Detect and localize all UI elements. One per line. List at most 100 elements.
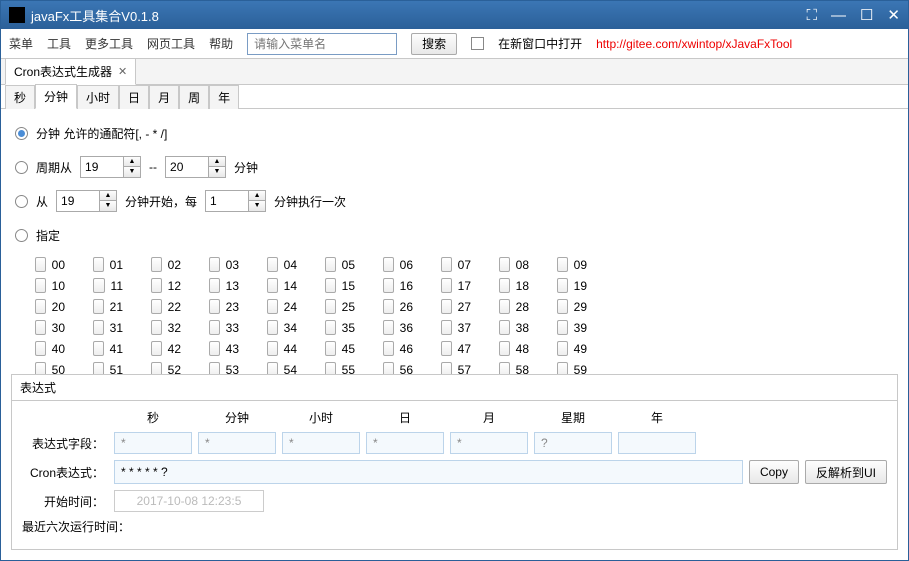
minute-checkbox[interactable] [383,278,394,293]
minute-cell-01[interactable]: 01 [93,257,123,272]
minute-checkbox[interactable] [441,320,452,335]
minute-checkbox[interactable] [441,257,452,272]
minute-cell-10[interactable]: 10 [35,278,65,293]
minute-cell-45[interactable]: 45 [325,341,355,356]
radio-interval[interactable] [15,195,28,208]
minute-checkbox[interactable] [557,299,568,314]
chevron-up-icon[interactable]: ▲ [124,157,140,167]
minute-checkbox[interactable] [267,257,278,272]
minute-cell-39[interactable]: 39 [557,320,587,335]
minute-cell-02[interactable]: 02 [151,257,181,272]
minute-checkbox[interactable] [93,341,104,356]
cycle-from-input[interactable] [81,157,123,177]
start-time-picker[interactable]: 2017-10-08 12:23:5 [114,490,264,512]
minute-checkbox[interactable] [151,257,162,272]
minute-checkbox[interactable] [93,299,104,314]
minute-cell-33[interactable]: 33 [209,320,239,335]
minute-cell-27[interactable]: 27 [441,299,471,314]
field-week[interactable]: ? [534,432,612,454]
minute-cell-51[interactable]: 51 [93,362,123,374]
minute-cell-59[interactable]: 59 [557,362,587,374]
tab-cron-generator[interactable]: Cron表达式生成器 ✕ [5,58,136,85]
minute-cell-40[interactable]: 40 [35,341,65,356]
minute-checkbox[interactable] [93,362,104,374]
minute-checkbox[interactable] [151,278,162,293]
minute-cell-43[interactable]: 43 [209,341,239,356]
minute-cell-24[interactable]: 24 [267,299,297,314]
minute-cell-41[interactable]: 41 [93,341,123,356]
minute-cell-20[interactable]: 20 [35,299,65,314]
chevron-down-icon[interactable]: ▼ [209,167,225,177]
cycle-to-spinner[interactable]: ▲▼ [165,156,226,178]
minute-checkbox[interactable] [499,299,510,314]
tab-month[interactable]: 月 [149,85,179,109]
minute-checkbox[interactable] [151,362,162,374]
minute-cell-30[interactable]: 30 [35,320,65,335]
minute-checkbox[interactable] [209,320,220,335]
menu-item[interactable]: 更多工具 [85,35,133,52]
minute-checkbox[interactable] [93,278,105,293]
close-tab-icon[interactable]: ✕ [118,65,127,78]
minute-checkbox[interactable] [151,341,162,356]
minute-checkbox[interactable] [499,362,510,374]
close-window-icon[interactable]: ✕ [887,6,900,24]
copy-button[interactable]: Copy [749,460,799,484]
minute-checkbox[interactable] [557,320,568,335]
tab-second[interactable]: 秒 [5,85,35,109]
maximize-icon[interactable]: ☐ [860,6,873,24]
minute-checkbox[interactable] [325,257,336,272]
minute-checkbox[interactable] [209,299,220,314]
minute-checkbox[interactable] [267,278,278,293]
menu-item[interactable]: 菜单 [9,35,33,52]
minute-cell-48[interactable]: 48 [499,341,529,356]
minute-checkbox[interactable] [209,341,220,356]
minute-cell-14[interactable]: 14 [267,278,297,293]
minute-checkbox[interactable] [383,320,394,335]
field-minute[interactable]: * [198,432,276,454]
minute-checkbox[interactable] [557,257,568,272]
minute-checkbox[interactable] [35,320,46,335]
minute-cell-13[interactable]: 13 [209,278,239,293]
minute-cell-56[interactable]: 56 [383,362,413,374]
radio-specify[interactable] [15,229,28,242]
minute-cell-36[interactable]: 36 [383,320,413,335]
minute-cell-19[interactable]: 19 [557,278,587,293]
minute-cell-25[interactable]: 25 [325,299,355,314]
minute-checkbox[interactable] [557,278,568,293]
parse-button[interactable]: 反解析到UI [805,460,887,484]
minute-cell-52[interactable]: 52 [151,362,181,374]
minute-checkbox[interactable] [383,362,394,374]
field-day[interactable]: * [366,432,444,454]
minute-cell-47[interactable]: 47 [441,341,471,356]
minute-checkbox[interactable] [267,362,278,374]
minute-checkbox[interactable] [151,320,162,335]
cycle-to-input[interactable] [166,157,208,177]
tab-year[interactable]: 年 [209,85,239,109]
field-second[interactable]: * [114,432,192,454]
minute-checkbox[interactable] [209,278,220,293]
tab-week[interactable]: 周 [179,85,209,109]
minute-cell-37[interactable]: 37 [441,320,471,335]
minute-cell-55[interactable]: 55 [325,362,355,374]
minute-cell-31[interactable]: 31 [93,320,123,335]
minute-cell-17[interactable]: 17 [441,278,471,293]
minute-checkbox[interactable] [499,257,510,272]
minute-checkbox[interactable] [325,341,336,356]
minute-checkbox[interactable] [441,362,452,374]
minute-cell-49[interactable]: 49 [557,341,587,356]
minute-cell-05[interactable]: 05 [325,257,355,272]
minute-checkbox[interactable] [383,341,394,356]
minute-cell-53[interactable]: 53 [209,362,239,374]
minute-checkbox[interactable] [209,362,220,374]
project-link[interactable]: http://gitee.com/xwintop/xJavaFxTool [596,37,792,51]
minute-cell-16[interactable]: 16 [383,278,413,293]
minute-checkbox[interactable] [267,341,278,356]
interval-start-spinner[interactable]: ▲▼ [56,190,117,212]
minute-checkbox[interactable] [499,278,510,293]
minute-checkbox[interactable] [267,320,278,335]
chevron-down-icon[interactable]: ▼ [249,201,265,211]
minute-cell-34[interactable]: 34 [267,320,297,335]
minute-checkbox[interactable] [325,278,336,293]
minute-checkbox[interactable] [557,362,568,374]
minute-checkbox[interactable] [441,278,452,293]
